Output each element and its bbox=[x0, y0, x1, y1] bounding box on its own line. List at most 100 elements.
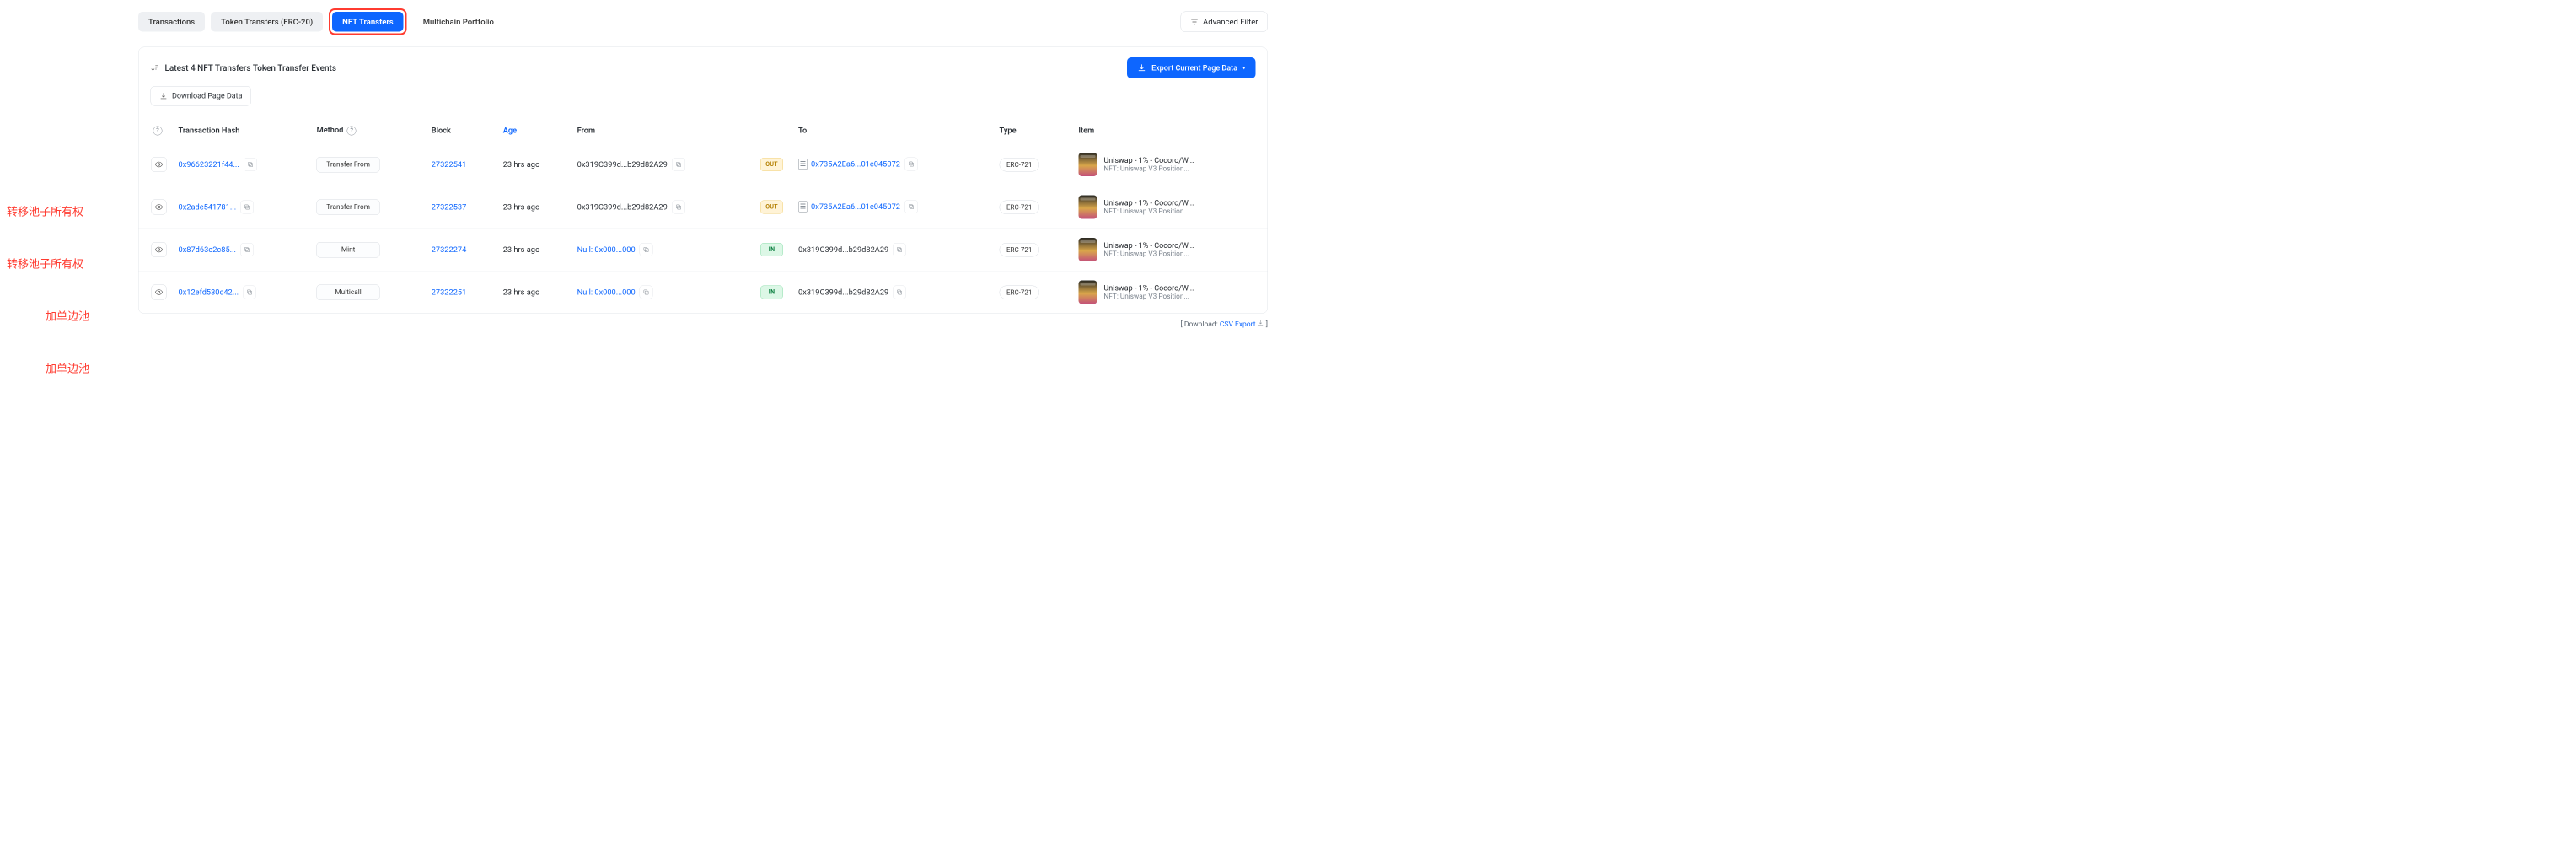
summary-text: Latest 4 NFT Transfers Token Transfer Ev… bbox=[165, 63, 337, 73]
direction-badge: IN bbox=[760, 243, 783, 256]
block-link[interactable]: 27322541 bbox=[432, 160, 467, 170]
to-address[interactable]: 0x319C399d...b29d82A29 bbox=[798, 288, 888, 297]
copy-to-button[interactable] bbox=[893, 243, 906, 256]
item-title[interactable]: Uniswap - 1% - Cocoro/W... bbox=[1103, 241, 1194, 250]
col-type: Type bbox=[994, 118, 1073, 143]
tx-hash-link[interactable]: 0x2ade541781... bbox=[179, 202, 237, 212]
annotation-row-3: 加单边池 bbox=[46, 308, 89, 324]
export-button-label: Export Current Page Data bbox=[1151, 63, 1237, 73]
copy-from-button[interactable] bbox=[672, 158, 685, 171]
download-page-data-button[interactable]: Download Page Data bbox=[151, 86, 252, 106]
age-text: 23 hrs ago bbox=[503, 288, 539, 297]
item-subtitle: NFT: Uniswap V3 Position... bbox=[1103, 165, 1194, 174]
col-age[interactable]: Age bbox=[497, 118, 572, 143]
view-details-button[interactable] bbox=[152, 157, 167, 172]
block-link[interactable]: 27322537 bbox=[432, 202, 467, 212]
export-current-page-button[interactable]: Export Current Page Data ▾ bbox=[1127, 57, 1255, 78]
block-link[interactable]: 27322274 bbox=[432, 245, 467, 255]
tab-nft-transfers[interactable]: NFT Transfers bbox=[332, 12, 404, 32]
footer-prefix: [ Download: bbox=[1181, 320, 1218, 329]
age-text: 23 hrs ago bbox=[503, 160, 539, 170]
copy-to-button[interactable] bbox=[904, 158, 918, 171]
to-address[interactable]: 0x735A2Ea6...01e045072 bbox=[811, 159, 900, 169]
copy-hash-button[interactable] bbox=[244, 158, 257, 171]
from-address[interactable]: Null: 0x000...000 bbox=[577, 288, 636, 297]
eye-icon bbox=[155, 245, 164, 254]
item-title[interactable]: Uniswap - 1% - Cocoro/W... bbox=[1103, 284, 1194, 293]
nft-thumbnail[interactable] bbox=[1078, 238, 1097, 261]
help-icon[interactable]: ? bbox=[153, 127, 163, 136]
from-address[interactable]: 0x319C399d...b29d82A29 bbox=[577, 160, 668, 170]
direction-badge: IN bbox=[760, 286, 783, 299]
view-details-button[interactable] bbox=[152, 242, 167, 257]
direction-badge: OUT bbox=[760, 158, 783, 171]
nft-thumbnail[interactable] bbox=[1078, 196, 1097, 219]
to-address[interactable]: 0x319C399d...b29d82A29 bbox=[798, 245, 888, 255]
view-details-button[interactable] bbox=[152, 200, 167, 215]
copy-icon bbox=[244, 204, 250, 211]
table-row: 0x2ade541781... Transfer From 27322537 2… bbox=[139, 186, 1268, 229]
copy-to-button[interactable] bbox=[893, 286, 906, 299]
item-title[interactable]: Uniswap - 1% - Cocoro/W... bbox=[1103, 199, 1194, 208]
item-subtitle: NFT: Uniswap V3 Position... bbox=[1103, 250, 1194, 259]
from-address[interactable]: Null: 0x000...000 bbox=[577, 245, 636, 255]
tab-transactions[interactable]: Transactions bbox=[138, 12, 205, 32]
col-item: Item bbox=[1072, 118, 1267, 143]
block-link[interactable]: 27322251 bbox=[432, 288, 467, 297]
help-icon[interactable]: ? bbox=[347, 127, 357, 136]
copy-icon bbox=[896, 246, 903, 253]
footer-suffix: ] bbox=[1266, 320, 1268, 329]
age-text: 23 hrs ago bbox=[503, 245, 539, 255]
copy-icon bbox=[908, 161, 915, 168]
type-badge: ERC-721 bbox=[1000, 200, 1039, 214]
copy-icon bbox=[908, 203, 915, 210]
copy-from-button[interactable] bbox=[640, 243, 653, 256]
direction-badge: OUT bbox=[760, 201, 783, 214]
tab-multichain-portfolio[interactable]: Multichain Portfolio bbox=[413, 12, 504, 32]
tx-hash-link[interactable]: 0x87d63e2c85... bbox=[179, 245, 236, 255]
from-address[interactable]: 0x319C399d...b29d82A29 bbox=[577, 202, 668, 212]
copy-hash-button[interactable] bbox=[243, 286, 256, 299]
view-details-button[interactable] bbox=[152, 285, 167, 300]
download-icon bbox=[159, 92, 168, 100]
copy-icon bbox=[896, 289, 903, 296]
tab-nft-transfers-highlight: NFT Transfers bbox=[329, 8, 407, 35]
nft-thumbnail[interactable] bbox=[1078, 281, 1097, 304]
download-icon bbox=[1258, 320, 1264, 329]
transfers-table: ? Transaction Hash Method ? Block Age Fr… bbox=[139, 118, 1268, 314]
copy-icon bbox=[244, 246, 250, 253]
download-button-label: Download Page Data bbox=[172, 92, 243, 101]
table-row: 0x12efd530c42... Multicall 27322251 23 h… bbox=[139, 271, 1268, 313]
method-badge: Transfer From bbox=[317, 157, 380, 173]
table-row: 0x96623221f44... Transfer From 27322541 … bbox=[139, 143, 1268, 186]
eye-icon bbox=[155, 203, 164, 212]
eye-icon bbox=[155, 288, 164, 297]
copy-to-button[interactable] bbox=[904, 200, 918, 213]
chevron-down-icon: ▾ bbox=[1242, 65, 1246, 72]
col-hash: Transaction Hash bbox=[173, 118, 311, 143]
method-badge: Mint bbox=[317, 242, 380, 258]
tx-hash-link[interactable]: 0x96623221f44... bbox=[179, 160, 239, 170]
tab-token-transfers[interactable]: Token Transfers (ERC-20) bbox=[211, 12, 323, 32]
copy-icon bbox=[675, 161, 682, 168]
copy-from-button[interactable] bbox=[672, 201, 685, 214]
advanced-filter-button[interactable]: Advanced Filter bbox=[1181, 12, 1268, 33]
csv-export-link[interactable]: CSV Export bbox=[1220, 320, 1256, 329]
copy-hash-button[interactable] bbox=[240, 201, 254, 214]
copy-from-button[interactable] bbox=[640, 286, 653, 299]
copy-icon bbox=[643, 289, 650, 296]
col-block: Block bbox=[426, 118, 497, 143]
annotation-row-1: 转移池子所有权 bbox=[7, 203, 83, 219]
tx-hash-link[interactable]: 0x12efd530c42... bbox=[179, 288, 239, 297]
type-badge: ERC-721 bbox=[1000, 243, 1039, 257]
download-icon bbox=[1137, 63, 1146, 73]
nft-thumbnail[interactable] bbox=[1078, 153, 1097, 176]
to-address[interactable]: 0x735A2Ea6...01e045072 bbox=[811, 202, 900, 212]
type-badge: ERC-721 bbox=[1000, 285, 1039, 299]
copy-hash-button[interactable] bbox=[240, 243, 254, 256]
contract-icon bbox=[798, 202, 808, 213]
col-to: To bbox=[792, 118, 993, 143]
item-title[interactable]: Uniswap - 1% - Cocoro/W... bbox=[1103, 156, 1194, 165]
type-badge: ERC-721 bbox=[1000, 158, 1039, 172]
item-subtitle: NFT: Uniswap V3 Position... bbox=[1103, 293, 1194, 301]
